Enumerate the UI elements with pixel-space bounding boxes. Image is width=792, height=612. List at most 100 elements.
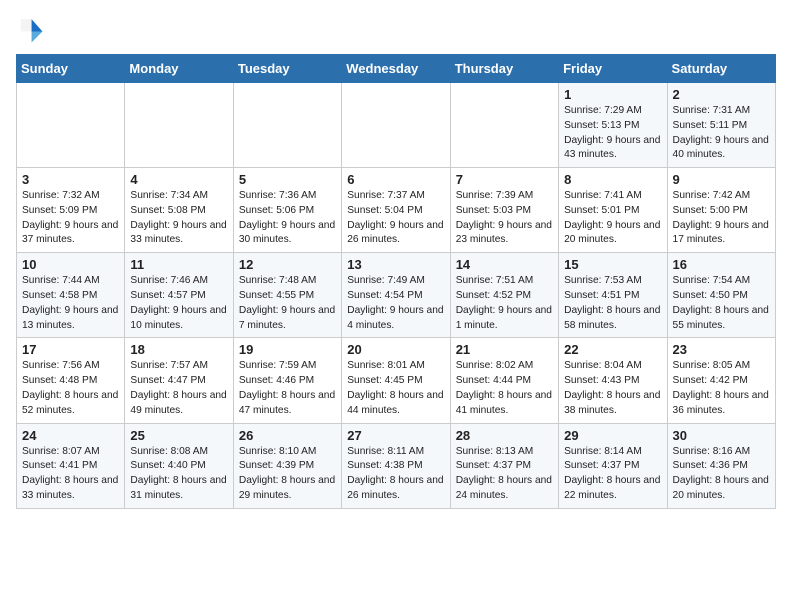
logo-icon — [16, 16, 44, 44]
calendar-cell: 12 Sunrise: 7:48 AM Sunset: 4:55 PM Dayli… — [233, 253, 341, 338]
calendar-cell — [17, 83, 125, 168]
cell-content: Sunrise: 8:11 AM Sunset: 4:38 PM Dayligh… — [347, 445, 444, 504]
cell-content: Sunrise: 7:32 AM Sunset: 5:09 PM Dayligh… — [22, 189, 119, 248]
calendar-cell: 18 Sunrise: 7:57 AM Sunset: 4:47 PM Dayli… — [125, 338, 233, 423]
calendar-cell: 10 Sunrise: 7:44 AM Sunset: 4:58 PM Dayli… — [17, 253, 125, 338]
cell-content: Sunrise: 7:44 AM Sunset: 4:58 PM Dayligh… — [22, 274, 119, 333]
day-number: 10 — [22, 257, 119, 272]
col-header-sunday: Sunday — [17, 55, 125, 83]
day-number: 8 — [564, 172, 661, 187]
day-number: 29 — [564, 428, 661, 443]
cell-content: Sunrise: 8:02 AM Sunset: 4:44 PM Dayligh… — [456, 359, 553, 418]
cell-content: Sunrise: 8:04 AM Sunset: 4:43 PM Dayligh… — [564, 359, 661, 418]
calendar-cell: 11 Sunrise: 7:46 AM Sunset: 4:57 PM Dayli… — [125, 253, 233, 338]
calendar-cell: 2 Sunrise: 7:31 AM Sunset: 5:11 PM Daylig… — [667, 83, 775, 168]
calendar-cell: 22 Sunrise: 8:04 AM Sunset: 4:43 PM Dayli… — [559, 338, 667, 423]
cell-content: Sunrise: 7:39 AM Sunset: 5:03 PM Dayligh… — [456, 189, 553, 248]
day-number: 24 — [22, 428, 119, 443]
day-number: 1 — [564, 87, 661, 102]
calendar-cell: 9 Sunrise: 7:42 AM Sunset: 5:00 PM Daylig… — [667, 168, 775, 253]
calendar-week-1: 3 Sunrise: 7:32 AM Sunset: 5:09 PM Daylig… — [17, 168, 776, 253]
day-number: 11 — [130, 257, 227, 272]
cell-content: Sunrise: 7:56 AM Sunset: 4:48 PM Dayligh… — [22, 359, 119, 418]
day-number: 17 — [22, 342, 119, 357]
calendar-cell: 16Sunrise: 7:54 AM Sunset: 4:50 PM Dayli… — [667, 253, 775, 338]
calendar-cell: 24 Sunrise: 8:07 AM Sunset: 4:41 PM Dayli… — [17, 423, 125, 508]
calendar-cell: 13Sunrise: 7:49 AM Sunset: 4:54 PM Dayli… — [342, 253, 450, 338]
calendar-cell — [342, 83, 450, 168]
calendar-cell: 28 Sunrise: 8:13 AM Sunset: 4:37 PM Dayli… — [450, 423, 558, 508]
calendar-cell: 19Sunrise: 7:59 AM Sunset: 4:46 PM Dayli… — [233, 338, 341, 423]
day-number: 27 — [347, 428, 444, 443]
cell-content: Sunrise: 7:29 AM Sunset: 5:13 PM Dayligh… — [564, 104, 661, 163]
calendar-cell: 23 Sunrise: 8:05 AM Sunset: 4:42 PM Dayli… — [667, 338, 775, 423]
cell-content: Sunrise: 8:01 AM Sunset: 4:45 PM Dayligh… — [347, 359, 444, 418]
cell-content: Sunrise: 7:36 AM Sunset: 5:06 PM Dayligh… — [239, 189, 336, 248]
day-number: 6 — [347, 172, 444, 187]
calendar-cell: 1 Sunrise: 7:29 AM Sunset: 5:13 PM Daylig… — [559, 83, 667, 168]
day-number: 22 — [564, 342, 661, 357]
day-number: 23 — [673, 342, 770, 357]
calendar-cell — [450, 83, 558, 168]
day-number: 3 — [22, 172, 119, 187]
cell-content: Sunrise: 8:07 AM Sunset: 4:41 PM Dayligh… — [22, 445, 119, 504]
calendar-cell: 14 Sunrise: 7:51 AM Sunset: 4:52 PM Dayli… — [450, 253, 558, 338]
calendar-cell: 30 Sunrise: 8:16 AM Sunset: 4:36 PM Dayli… — [667, 423, 775, 508]
day-number: 20 — [347, 342, 444, 357]
cell-content: Sunrise: 7:41 AM Sunset: 5:01 PM Dayligh… — [564, 189, 661, 248]
cell-content: Sunrise: 7:31 AM Sunset: 5:11 PM Dayligh… — [673, 104, 770, 163]
day-number: 14 — [456, 257, 553, 272]
calendar-cell: 4Sunrise: 7:34 AM Sunset: 5:08 PM Daylig… — [125, 168, 233, 253]
day-number: 4 — [130, 172, 227, 187]
calendar-week-0: 1 Sunrise: 7:29 AM Sunset: 5:13 PM Daylig… — [17, 83, 776, 168]
day-number: 13 — [347, 257, 444, 272]
calendar-week-3: 17 Sunrise: 7:56 AM Sunset: 4:48 PM Dayli… — [17, 338, 776, 423]
calendar-cell: 27 Sunrise: 8:11 AM Sunset: 4:38 PM Dayli… — [342, 423, 450, 508]
cell-content: Sunrise: 7:57 AM Sunset: 4:47 PM Dayligh… — [130, 359, 227, 418]
calendar-cell: 15 Sunrise: 7:53 AM Sunset: 4:51 PM Dayli… — [559, 253, 667, 338]
cell-content: Sunrise: 7:37 AM Sunset: 5:04 PM Dayligh… — [347, 189, 444, 248]
cell-content: Sunrise: 7:53 AM Sunset: 4:51 PM Dayligh… — [564, 274, 661, 333]
cell-content: Sunrise: 8:13 AM Sunset: 4:37 PM Dayligh… — [456, 445, 553, 504]
day-number: 2 — [673, 87, 770, 102]
cell-content: Sunrise: 7:46 AM Sunset: 4:57 PM Dayligh… — [130, 274, 227, 333]
calendar-table: SundayMondayTuesdayWednesdayThursdayFrid… — [16, 54, 776, 509]
day-number: 21 — [456, 342, 553, 357]
day-number: 5 — [239, 172, 336, 187]
cell-content: Sunrise: 7:42 AM Sunset: 5:00 PM Dayligh… — [673, 189, 770, 248]
calendar-cell: 5 Sunrise: 7:36 AM Sunset: 5:06 PM Daylig… — [233, 168, 341, 253]
calendar-cell: 29 Sunrise: 8:14 AM Sunset: 4:37 PM Dayli… — [559, 423, 667, 508]
col-header-wednesday: Wednesday — [342, 55, 450, 83]
cell-content: Sunrise: 7:54 AM Sunset: 4:50 PM Dayligh… — [673, 274, 770, 333]
cell-content: Sunrise: 8:16 AM Sunset: 4:36 PM Dayligh… — [673, 445, 770, 504]
day-number: 30 — [673, 428, 770, 443]
calendar-week-4: 24 Sunrise: 8:07 AM Sunset: 4:41 PM Dayli… — [17, 423, 776, 508]
day-number: 15 — [564, 257, 661, 272]
logo — [16, 16, 48, 44]
cell-content: Sunrise: 8:05 AM Sunset: 4:42 PM Dayligh… — [673, 359, 770, 418]
day-number: 28 — [456, 428, 553, 443]
calendar-cell: 26 Sunrise: 8:10 AM Sunset: 4:39 PM Dayli… — [233, 423, 341, 508]
day-number: 9 — [673, 172, 770, 187]
col-header-tuesday: Tuesday — [233, 55, 341, 83]
calendar-cell — [125, 83, 233, 168]
day-number: 12 — [239, 257, 336, 272]
calendar-week-2: 10 Sunrise: 7:44 AM Sunset: 4:58 PM Dayli… — [17, 253, 776, 338]
day-number: 7 — [456, 172, 553, 187]
day-number: 19 — [239, 342, 336, 357]
cell-content: Sunrise: 7:51 AM Sunset: 4:52 PM Dayligh… — [456, 274, 553, 333]
col-header-saturday: Saturday — [667, 55, 775, 83]
cell-content: Sunrise: 8:14 AM Sunset: 4:37 PM Dayligh… — [564, 445, 661, 504]
calendar-cell: 17 Sunrise: 7:56 AM Sunset: 4:48 PM Dayli… — [17, 338, 125, 423]
calendar-cell: 7 Sunrise: 7:39 AM Sunset: 5:03 PM Daylig… — [450, 168, 558, 253]
calendar-cell: 8 Sunrise: 7:41 AM Sunset: 5:01 PM Daylig… — [559, 168, 667, 253]
day-number: 26 — [239, 428, 336, 443]
cell-content: Sunrise: 7:48 AM Sunset: 4:55 PM Dayligh… — [239, 274, 336, 333]
calendar-cell: 3 Sunrise: 7:32 AM Sunset: 5:09 PM Daylig… — [17, 168, 125, 253]
col-header-thursday: Thursday — [450, 55, 558, 83]
day-number: 18 — [130, 342, 227, 357]
cell-content: Sunrise: 8:10 AM Sunset: 4:39 PM Dayligh… — [239, 445, 336, 504]
calendar-cell: 25Sunrise: 8:08 AM Sunset: 4:40 PM Dayli… — [125, 423, 233, 508]
calendar-cell: 20 Sunrise: 8:01 AM Sunset: 4:45 PM Dayli… — [342, 338, 450, 423]
calendar-header-row: SundayMondayTuesdayWednesdayThursdayFrid… — [17, 55, 776, 83]
